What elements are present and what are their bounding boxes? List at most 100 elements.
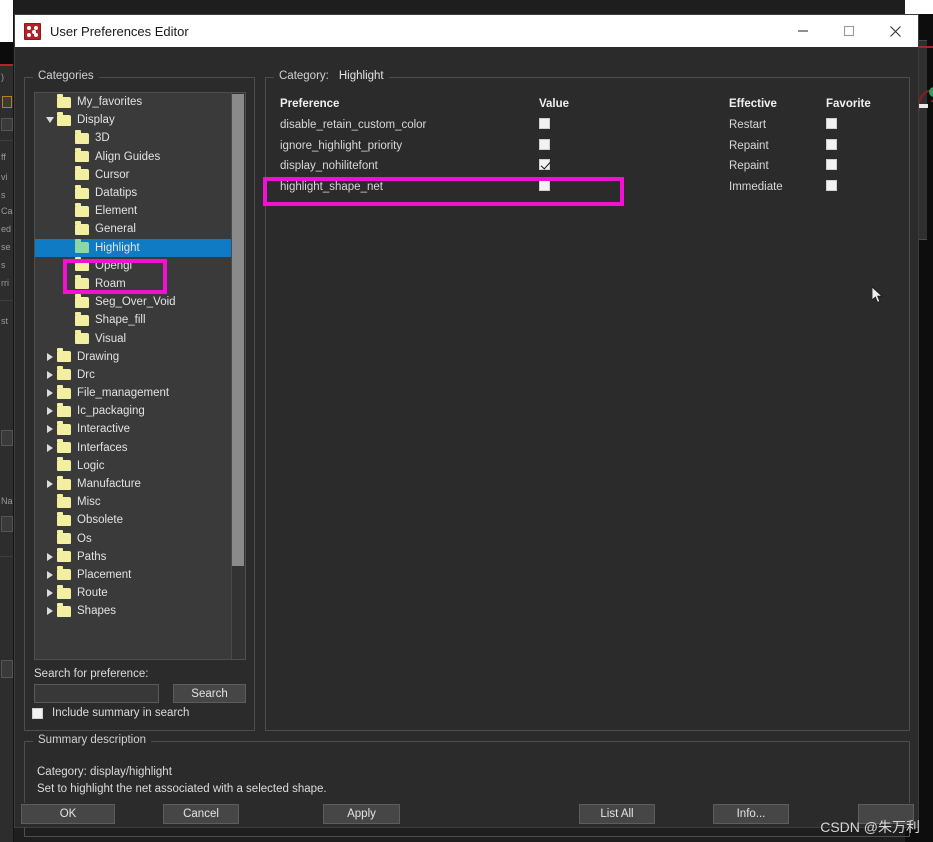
- folder-icon: [75, 293, 89, 308]
- search-button[interactable]: Search: [173, 684, 246, 703]
- title-bar[interactable]: User Preferences Editor: [15, 15, 918, 47]
- folder-icon: [75, 184, 89, 199]
- minimize-icon: [798, 30, 808, 32]
- chevron-right-icon[interactable]: [43, 425, 57, 434]
- tree-item-label: Visual: [95, 332, 127, 345]
- tree-scrollbar-thumb[interactable]: [232, 94, 244, 566]
- search-input[interactable]: [34, 684, 159, 703]
- tree-item-manufacture[interactable]: Manufacture: [35, 475, 231, 493]
- preference-favorite-checkbox[interactable]: [826, 118, 837, 130]
- tree-item-label: Display: [77, 114, 115, 127]
- tree-item-visual[interactable]: Visual: [35, 329, 231, 347]
- background-box: [1, 430, 13, 446]
- tree-item-route[interactable]: Route: [35, 584, 231, 602]
- tree-item-label: Obsolete: [77, 514, 124, 527]
- preference-value-checkbox[interactable]: [539, 159, 550, 171]
- tree-item-shape-fill[interactable]: Shape_fill: [35, 311, 231, 329]
- include-summary-row[interactable]: Include summary in search: [32, 707, 189, 719]
- info-button[interactable]: Info...: [713, 804, 789, 824]
- tree-item-interactive[interactable]: Interactive: [35, 420, 231, 438]
- background-text-fragment: Na: [1, 496, 13, 506]
- chevron-right-icon[interactable]: [43, 589, 57, 598]
- tree-item-cursor[interactable]: Cursor: [35, 166, 231, 184]
- chevron-right-icon[interactable]: [43, 443, 57, 452]
- folder-icon: [57, 348, 71, 363]
- preference-favorite-checkbox[interactable]: [826, 179, 837, 191]
- background-left-dark-strip: [0, 42, 13, 64]
- background-text-fragment: vi: [1, 172, 8, 182]
- tree-item-3d[interactable]: 3D: [35, 129, 231, 147]
- tree-item-drc[interactable]: Drc: [35, 366, 231, 384]
- tree-item-display[interactable]: Display: [35, 111, 231, 129]
- preference-row[interactable]: disable_retain_custom_color Restart: [267, 115, 908, 136]
- csdn-watermark: CSDN @朱万利: [820, 819, 920, 835]
- folder-icon: [75, 257, 89, 272]
- tree-item-ic-packaging[interactable]: Ic_packaging: [35, 402, 231, 420]
- tree-item-drawing[interactable]: Drawing: [35, 348, 231, 366]
- preference-favorite-cell: [826, 179, 896, 194]
- tree-item-paths[interactable]: Paths: [35, 548, 231, 566]
- background-app-left-sliver: ) ff vi s Ca ed se s rri st Na: [0, 0, 14, 842]
- tree-item-align-guides[interactable]: Align Guides: [35, 148, 231, 166]
- preference-row[interactable]: ignore_highlight_priority Repaint: [267, 136, 908, 157]
- ok-button[interactable]: OK: [21, 804, 115, 824]
- background-text-fragment: st: [1, 316, 9, 326]
- apply-button[interactable]: Apply: [323, 804, 400, 824]
- preference-favorite-checkbox[interactable]: [826, 159, 837, 171]
- mouse-cursor-icon: [872, 287, 884, 303]
- tree-item-logic[interactable]: Logic: [35, 457, 231, 475]
- preference-value-checkbox[interactable]: [539, 118, 550, 130]
- preference-favorite-checkbox[interactable]: [826, 138, 837, 150]
- tree-item-element[interactable]: Element: [35, 202, 231, 220]
- categories-tree[interactable]: My_favorites Display 3D Align Guides Cursor D…: [34, 92, 246, 660]
- folder-icon: [57, 93, 71, 108]
- tree-item-label: Align Guides: [95, 150, 161, 163]
- chevron-right-icon[interactable]: [43, 352, 57, 361]
- maximize-button[interactable]: [826, 15, 872, 47]
- tree-item-opengl[interactable]: Opengl: [35, 257, 231, 275]
- preference-favorite-cell: [826, 138, 896, 153]
- folder-icon: [57, 566, 71, 581]
- tree-item-highlight[interactable]: Highlight: [35, 238, 231, 257]
- tree-item-obsolete[interactable]: Obsolete: [35, 511, 231, 529]
- minimize-button[interactable]: [780, 15, 826, 47]
- summary-line-description: Set to highlight the net associated with…: [37, 783, 327, 795]
- tree-scrollbar[interactable]: [231, 93, 245, 659]
- preference-value-checkbox[interactable]: [539, 138, 550, 150]
- chevron-right-icon[interactable]: [43, 370, 57, 379]
- preference-row[interactable]: highlight_shape_net Immediate: [267, 177, 908, 198]
- tree-item-label: Opengl: [95, 259, 133, 272]
- category-legend-prefix: Category:: [279, 70, 329, 82]
- tree-item-interfaces[interactable]: Interfaces: [35, 439, 231, 457]
- chevron-down-icon[interactable]: [43, 117, 57, 124]
- tree-item-seg-over-void[interactable]: Seg_Over_Void: [35, 293, 231, 311]
- tree-item-placement[interactable]: Placement: [35, 566, 231, 584]
- tree-item-my-favorites[interactable]: My_favorites: [35, 93, 231, 111]
- close-button[interactable]: [872, 15, 918, 47]
- tree-item-misc[interactable]: Misc: [35, 493, 231, 511]
- tree-item-datatips[interactable]: Datatips: [35, 184, 231, 202]
- chevron-right-icon[interactable]: [43, 570, 57, 579]
- cancel-button[interactable]: Cancel: [163, 804, 239, 824]
- background-text-fragment: se: [1, 242, 11, 252]
- chevron-right-icon[interactable]: [43, 407, 57, 416]
- folder-icon: [57, 548, 71, 563]
- chevron-right-icon[interactable]: [43, 389, 57, 398]
- category-legend: Category: Highlight: [274, 70, 389, 82]
- folder-icon: [75, 311, 89, 326]
- list-all-button[interactable]: List All: [579, 804, 655, 824]
- include-summary-checkbox[interactable]: [32, 707, 43, 719]
- preference-row[interactable]: display_nohilitefont Repaint: [267, 156, 908, 177]
- preference-value-checkbox[interactable]: [539, 179, 550, 191]
- category-detail-group: Category: Highlight Preference Value Effe…: [265, 70, 910, 731]
- preferences-table: Preference Value Effective Favorite disa…: [267, 92, 908, 197]
- tree-item-general[interactable]: General: [35, 220, 231, 238]
- chevron-right-icon[interactable]: [43, 552, 57, 561]
- tree-item-shapes[interactable]: Shapes: [35, 602, 231, 620]
- chevron-right-icon[interactable]: [43, 480, 57, 489]
- tree-item-file-management[interactable]: File_management: [35, 384, 231, 402]
- tree-item-roam[interactable]: Roam: [35, 275, 231, 293]
- background-swoosh-graphic: [917, 87, 933, 112]
- chevron-right-icon[interactable]: [43, 607, 57, 616]
- tree-item-os[interactable]: Os: [35, 530, 231, 548]
